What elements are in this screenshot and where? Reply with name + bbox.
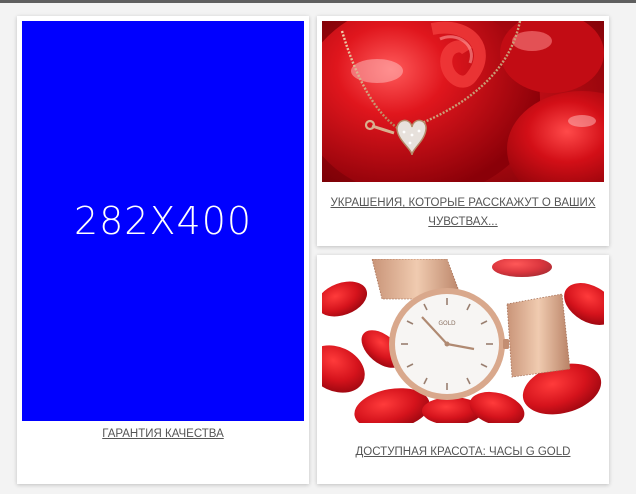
article-link-watch[interactable]: ДОСТУПНАЯ КРАСОТА: ЧАСЫ G GOLD — [356, 446, 571, 458]
placeholder-size-label: 282X400 — [73, 199, 253, 243]
article-card-quality-guarantee: 282X400 ГАРАНТИЯ КАЧЕСТВА — [17, 16, 309, 484]
article-caption-container: ДОСТУПНАЯ КРАСОТА: ЧАСЫ G GOLD — [317, 444, 609, 460]
article-image-watch[interactable]: GOLD — [322, 259, 604, 423]
watch-brand-text: GOLD — [438, 320, 456, 327]
article-card-watch: GOLD ДОСТУПНАЯ КРАСОТА: ЧАСЫ G GOLD — [317, 255, 609, 484]
article-image-jewelry[interactable] — [322, 21, 604, 182]
watch-photo: GOLD — [322, 259, 604, 423]
article-link-jewelry[interactable]: УКРАШЕНИЯ, КОТОРЫЕ РАССКАЖУТ О ВАШИХ ЧУВ… — [330, 197, 595, 228]
article-image-placeholder[interactable]: 282X400 — [22, 21, 304, 421]
article-link-quality-guarantee[interactable]: ГАРАНТИЯ КАЧЕСТВА — [102, 428, 224, 440]
top-divider-bar — [0, 0, 636, 3]
article-caption-container: ГАРАНТИЯ КАЧЕСТВА — [17, 426, 309, 442]
article-card-jewelry: УКРАШЕНИЯ, КОТОРЫЕ РАССКАЖУТ О ВАШИХ ЧУВ… — [317, 16, 609, 246]
jewelry-photo — [322, 21, 604, 182]
article-caption-container: УКРАШЕНИЯ, КОТОРЫЕ РАССКАЖУТ О ВАШИХ ЧУВ… — [325, 194, 601, 232]
